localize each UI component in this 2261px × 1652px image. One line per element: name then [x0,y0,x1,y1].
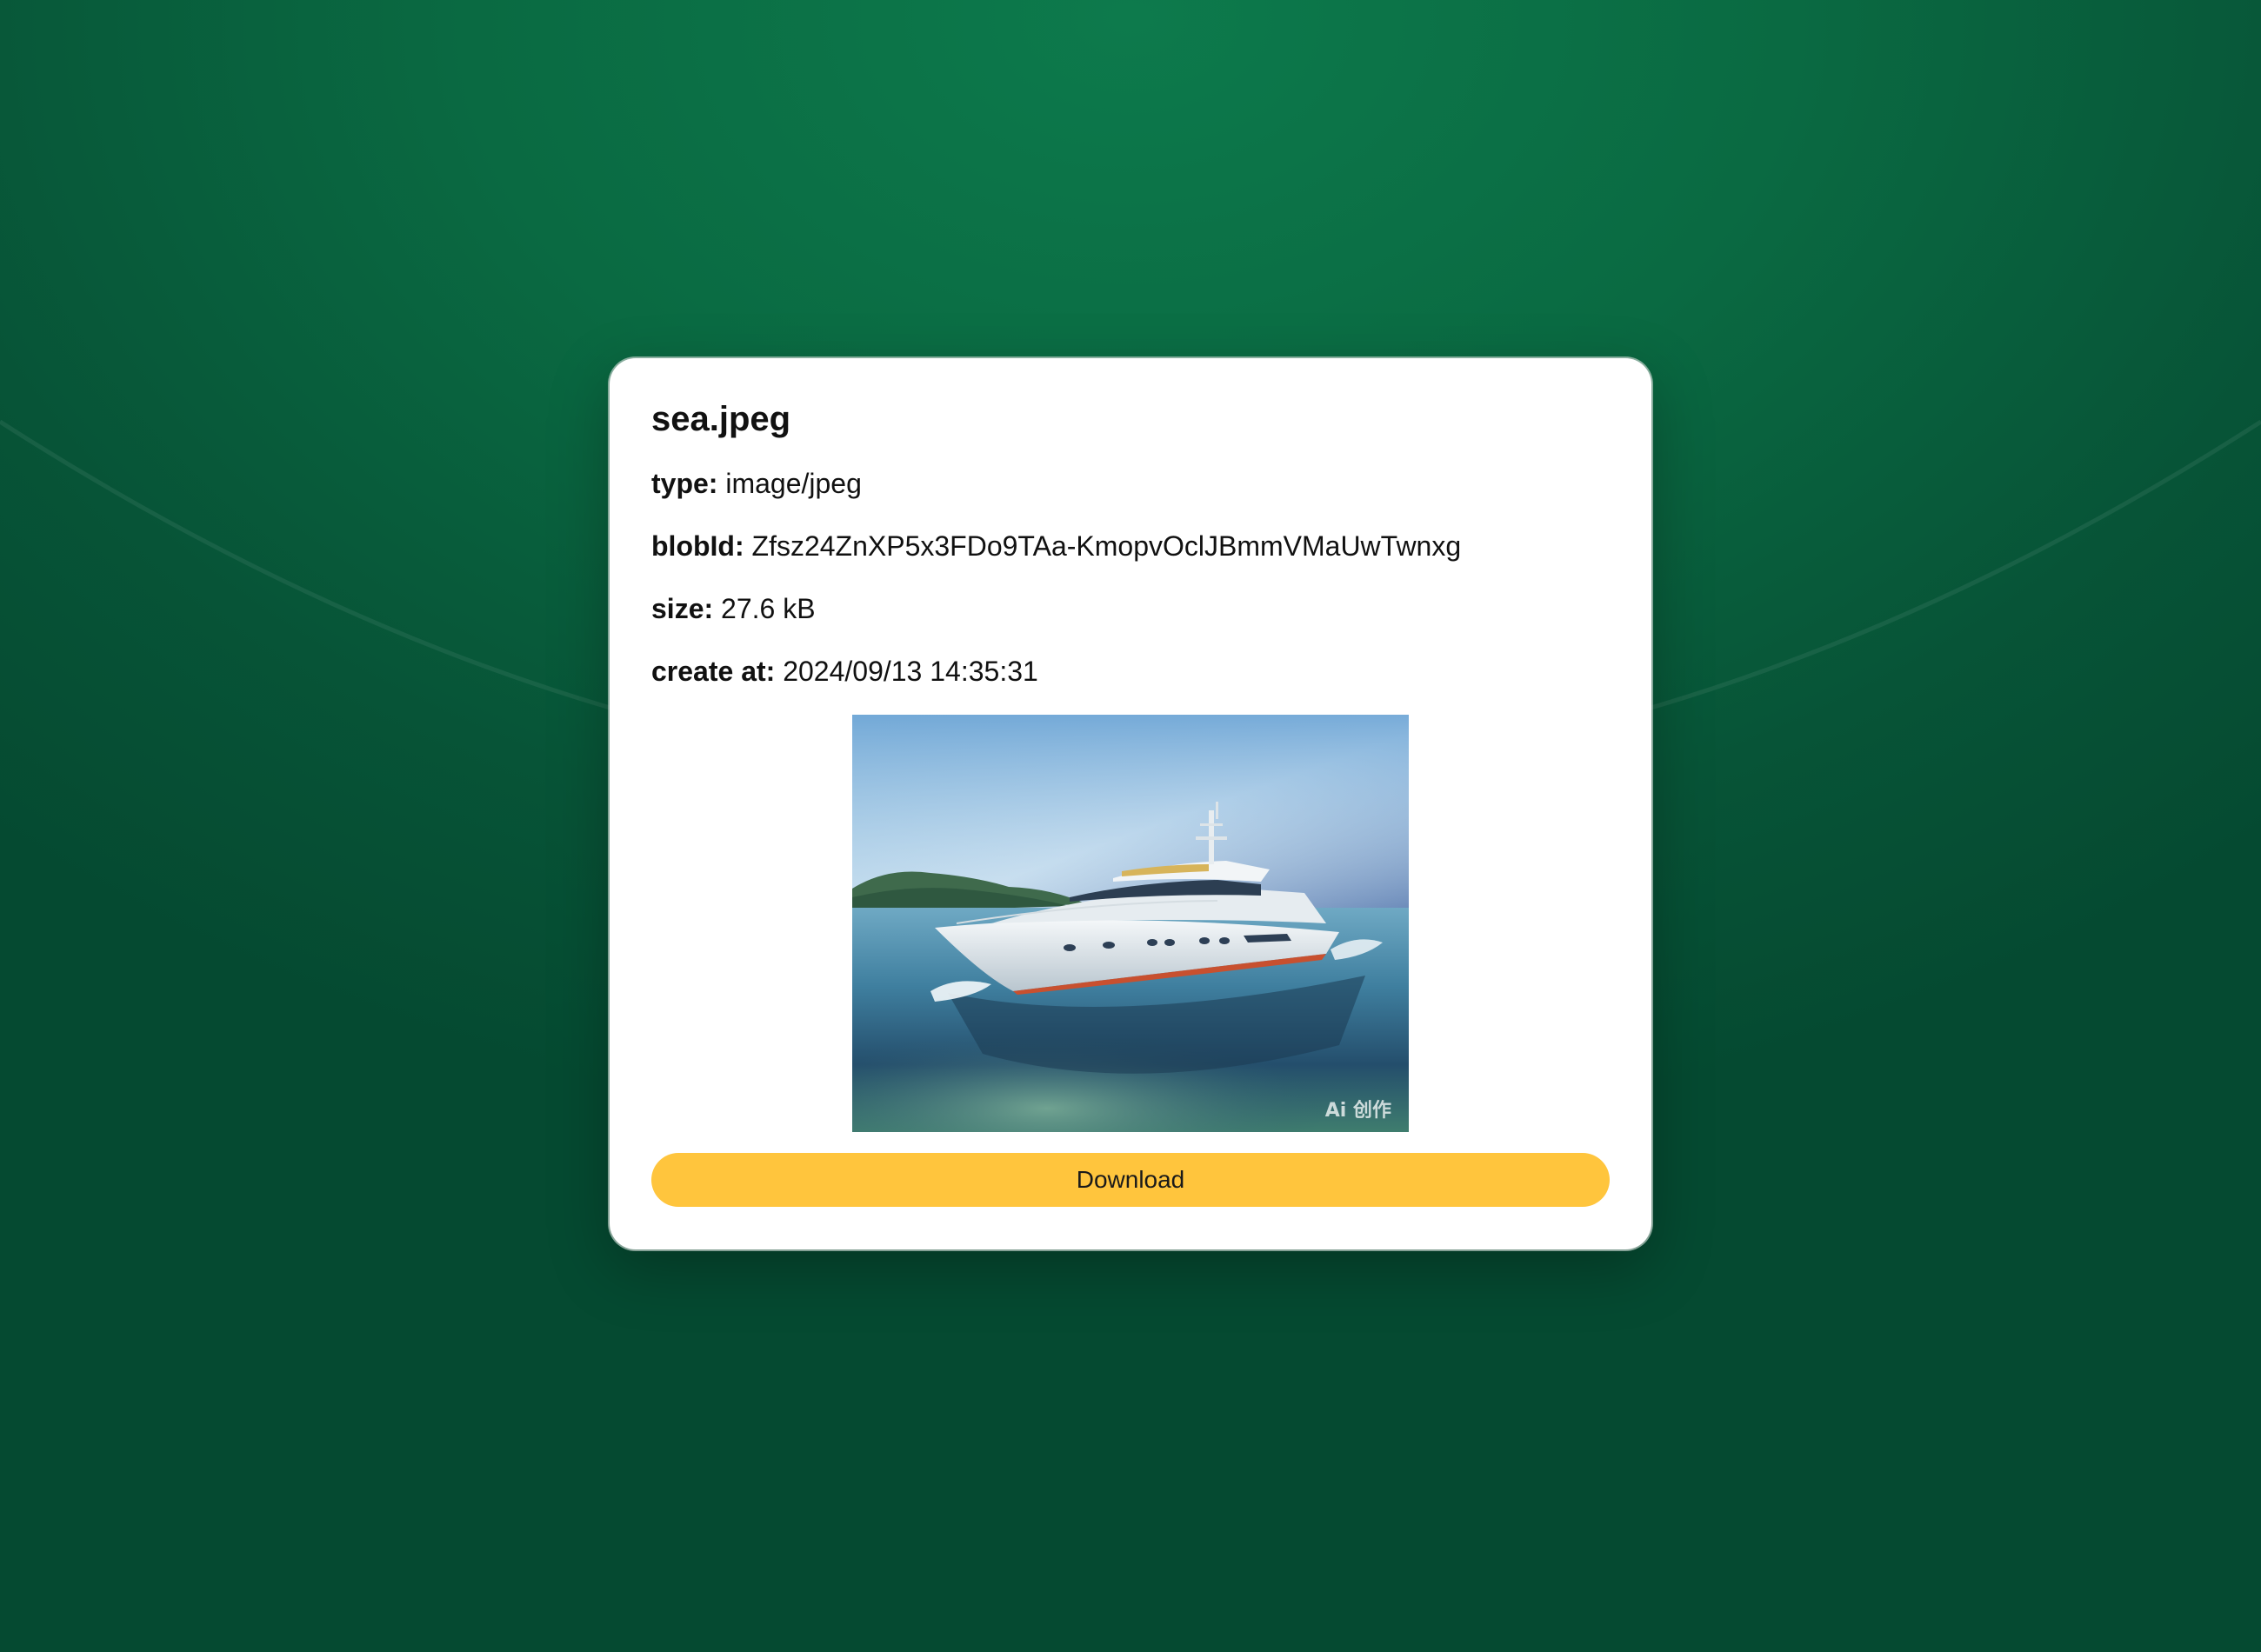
download-button[interactable]: Download [651,1153,1610,1207]
file-size-value: 27.6 kB [721,593,816,624]
file-details-card: sea.jpeg type: image/jpeg blobId: Zfsz24… [610,358,1651,1249]
watermark-text: Ai 创作 [1325,1100,1391,1122]
blob-id-row: blobId: Zfsz24ZnXP5x3FDo9TAa-KmopvOclJBm… [651,529,1610,563]
file-type-label: type: [651,468,718,499]
created-at-label: create at: [651,656,776,687]
image-preview: Ai 创作 [852,715,1409,1132]
created-at-value: 2024/09/13 14:35:31 [783,656,1038,687]
file-size-label: size: [651,593,714,624]
file-name-title: sea.jpeg [651,400,791,438]
blob-id-label: blobId: [651,530,744,562]
file-type-row: type: image/jpeg [651,466,1610,501]
created-at-row: create at: 2024/09/13 14:35:31 [651,654,1610,689]
file-size-row: size: 27.6 kB [651,591,1610,626]
blob-id-value: Zfsz24ZnXP5x3FDo9TAa-KmopvOclJBmmVMaUwTw… [751,530,1462,562]
file-type-value: image/jpeg [725,468,862,499]
